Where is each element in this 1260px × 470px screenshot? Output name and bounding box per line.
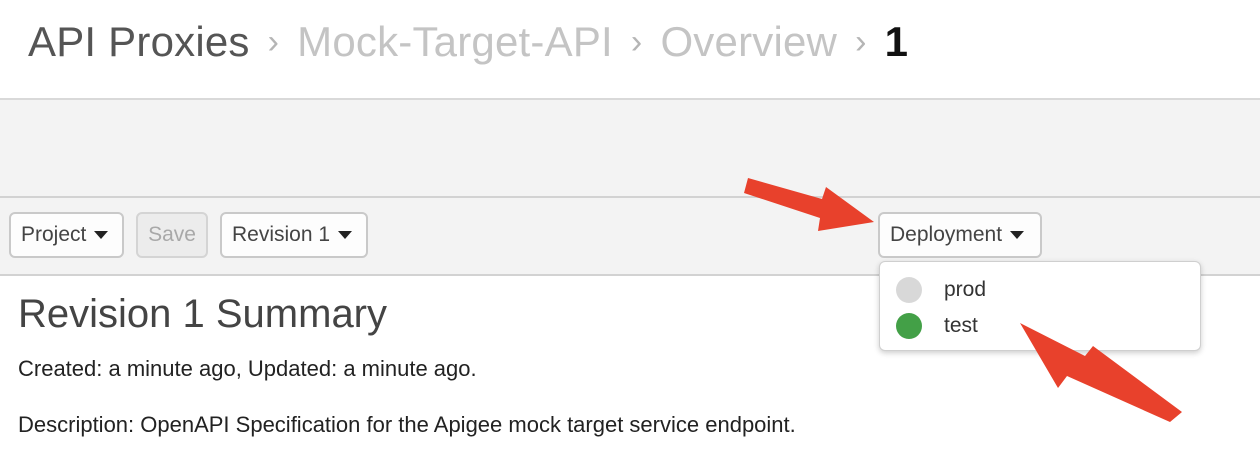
caret-down-icon bbox=[338, 231, 353, 239]
revision-dropdown-button[interactable]: Revision 1 bbox=[220, 212, 368, 258]
breadcrumb-api-proxies[interactable]: API Proxies bbox=[28, 18, 250, 66]
deployment-menu-item-prod[interactable]: prod bbox=[896, 275, 986, 305]
breadcrumb-separator-icon: › bbox=[267, 22, 280, 61]
revision-summary-title: Revision 1 Summary bbox=[18, 292, 388, 336]
status-dot-icon bbox=[896, 313, 922, 339]
environment-label: prod bbox=[944, 278, 987, 301]
breadcrumb-current-revision: 1 bbox=[884, 18, 909, 65]
caret-down-icon bbox=[1010, 231, 1025, 239]
breadcrumb-overview[interactable]: Overview bbox=[660, 18, 837, 66]
deployment-menu-item-test[interactable]: test bbox=[896, 311, 978, 341]
status-dot-icon bbox=[896, 277, 922, 303]
caret-down-icon bbox=[94, 231, 109, 239]
deployment-menu: prod test bbox=[879, 261, 1201, 351]
page-header: API Proxies › Mock-Target-API › Overview… bbox=[0, 0, 1260, 100]
environment-label: test bbox=[944, 314, 978, 337]
save-button[interactable]: Save bbox=[136, 212, 208, 258]
deployment-dropdown-button[interactable]: Deployment bbox=[878, 212, 1042, 258]
content-band bbox=[0, 100, 1260, 196]
project-button-label: Project bbox=[21, 223, 87, 246]
breadcrumb-separator-icon: › bbox=[630, 22, 643, 61]
breadcrumb-proxy-name[interactable]: Mock-Target-API bbox=[297, 18, 613, 66]
breadcrumb-separator-icon: › bbox=[855, 22, 867, 61]
revision-dates: Created: a minute ago, Updated: a minute… bbox=[18, 356, 477, 381]
deployment-button-label: Deployment bbox=[890, 223, 1003, 246]
revision-description: Description: OpenAPI Specification for t… bbox=[18, 412, 796, 437]
revision-button-label: Revision 1 bbox=[232, 223, 331, 246]
project-dropdown-button[interactable]: Project bbox=[9, 212, 124, 258]
breadcrumb: API Proxies › Mock-Target-API › Overview… bbox=[28, 14, 908, 70]
